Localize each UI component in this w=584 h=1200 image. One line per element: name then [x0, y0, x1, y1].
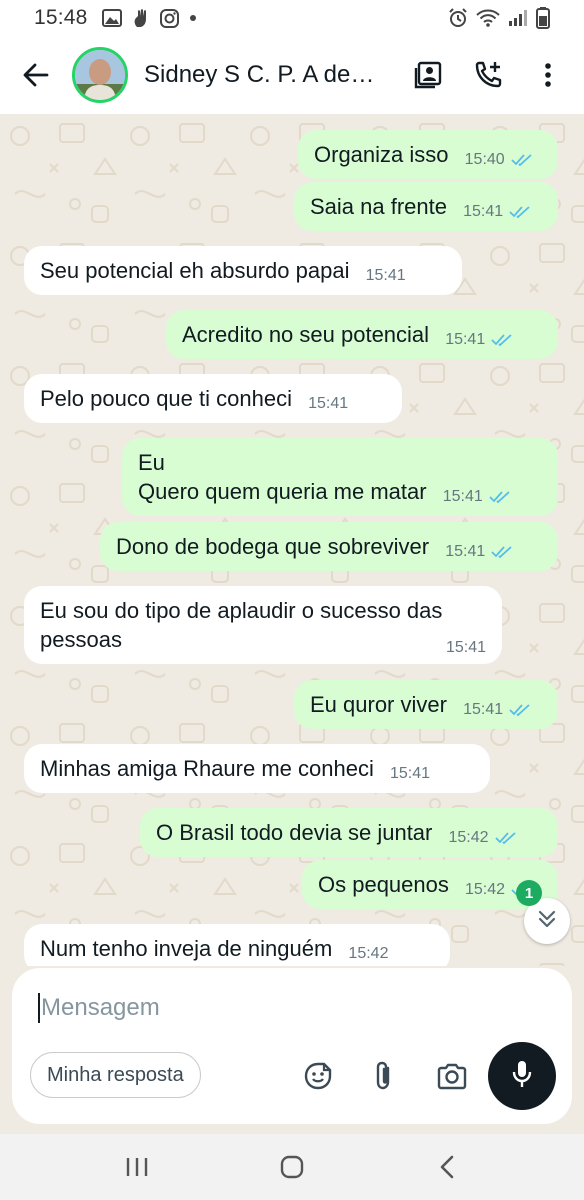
message-list[interactable]: Organiza isso 15:40 Saia na frente 15:41…: [0, 114, 584, 966]
message-text: Organiza isso: [314, 142, 449, 167]
message-incoming[interactable]: Seu potencial eh absurdo papai 15:41: [24, 246, 462, 295]
message-outgoing[interactable]: Organiza isso 15:40: [298, 130, 558, 179]
double-check-icon: [511, 153, 533, 167]
message-text: Acredito no seu potencial: [182, 322, 430, 347]
message-text: Minhas amiga Rhaure me conheci: [40, 756, 374, 781]
double-check-icon: [489, 490, 511, 504]
text-caret: [38, 993, 40, 1023]
quick-reply-chip[interactable]: Minha resposta: [30, 1052, 201, 1098]
message-incoming[interactable]: Minhas amiga Rhaure me conheci 15:41: [24, 744, 490, 793]
message-time: 15:41: [442, 488, 483, 505]
double-check-icon: [509, 205, 531, 219]
message-text: pessoas: [40, 627, 122, 652]
message-time: 15:42: [448, 829, 489, 846]
message-time: 15:40: [464, 151, 505, 168]
status-bar: 15:48: [0, 0, 584, 36]
message-text: Eu sou do tipo de aplaudir o sucesso das: [40, 598, 443, 623]
double-check-icon: [509, 703, 531, 717]
back-nav-icon[interactable]: [417, 1142, 477, 1192]
battery-icon: [536, 7, 550, 29]
message-incoming[interactable]: Eu sou do tipo de aplaudir o sucesso das…: [24, 586, 502, 664]
message-time: 15:41: [389, 765, 431, 782]
instagram-icon: [159, 8, 179, 28]
message-outgoing[interactable]: Dono de bodega que sobreviver 15:41: [100, 522, 558, 571]
message-incoming[interactable]: Num tenho inveja de ninguém 15:42: [24, 924, 450, 966]
message-text: Saia na frente: [310, 194, 447, 219]
mic-icon: [511, 1059, 533, 1094]
camera-icon[interactable]: [430, 1054, 474, 1098]
message-outgoing[interactable]: O Brasil todo devia se juntar 15:42: [140, 808, 558, 857]
sticker-icon[interactable]: [296, 1054, 340, 1098]
add-call-icon[interactable]: [458, 45, 518, 105]
message-time: 15:41: [445, 639, 486, 656]
avatar[interactable]: [72, 47, 128, 103]
message-input-placeholder: Mensagem: [41, 994, 160, 1021]
message-time: 15:41: [365, 267, 406, 284]
message-text: Eu quror viver: [310, 692, 447, 717]
message-time: 15:41: [445, 543, 486, 560]
message-outgoing[interactable]: Eu quror viver 15:41: [294, 680, 558, 729]
dot-icon: [189, 14, 197, 22]
message-outgoing[interactable]: Saia na frente 15:41: [294, 182, 558, 231]
message-text: Os pequenos: [318, 872, 449, 897]
message-text: Quero quem queria me matar: [138, 479, 427, 504]
message-time: 15:41: [463, 701, 504, 718]
message-outgoing[interactable]: Eu Quero quem queria me matar 15:41: [122, 438, 558, 516]
wifi-icon: [476, 9, 500, 27]
message-text: Seu potencial eh absurdo papai: [40, 258, 350, 283]
composer: Mensagem Minha resposta: [12, 968, 572, 1124]
status-time: 15:48: [34, 6, 88, 29]
recents-icon[interactable]: [107, 1142, 167, 1192]
message-text: Num tenho inveja de ninguém: [40, 936, 333, 961]
message-text: O Brasil todo devia se juntar: [156, 820, 433, 845]
voice-message-button[interactable]: [488, 1042, 556, 1110]
system-nav-bar: [0, 1134, 584, 1200]
message-text: Eu: [138, 450, 165, 475]
message-text: Pelo pouco que ti conheci: [40, 386, 292, 411]
attach-icon[interactable]: [362, 1054, 406, 1098]
more-vert-icon[interactable]: [518, 45, 578, 105]
double-check-icon: [491, 545, 513, 559]
message-time: 15:41: [308, 395, 349, 412]
contact-card-icon[interactable]: [398, 45, 458, 105]
message-text: Dono de bodega que sobreviver: [116, 534, 430, 559]
hand-gesture-icon: [132, 8, 150, 28]
chat-header: Sidney S C. P. A de…: [0, 36, 584, 114]
double-check-icon: [491, 333, 513, 347]
double-chevron-down-icon: [537, 909, 557, 934]
message-incoming[interactable]: Pelo pouco que ti conheci 15:41: [24, 374, 402, 423]
alarm-icon: [448, 8, 468, 28]
message-time: 15:42: [465, 881, 506, 898]
home-icon[interactable]: [262, 1142, 322, 1192]
message-time: 15:42: [348, 945, 389, 962]
signal-icon: [508, 9, 528, 27]
contact-name[interactable]: Sidney S C. P. A de…: [144, 61, 384, 89]
message-input[interactable]: Mensagem: [38, 988, 458, 1028]
message-outgoing[interactable]: Acredito no seu potencial 15:41: [166, 310, 558, 359]
double-check-icon: [494, 831, 517, 845]
back-arrow-icon[interactable]: [6, 45, 66, 105]
message-time: 15:41: [445, 331, 486, 348]
unread-count-badge: 1: [516, 880, 542, 906]
message-time: 15:41: [463, 203, 504, 220]
gallery-icon: [101, 9, 122, 27]
